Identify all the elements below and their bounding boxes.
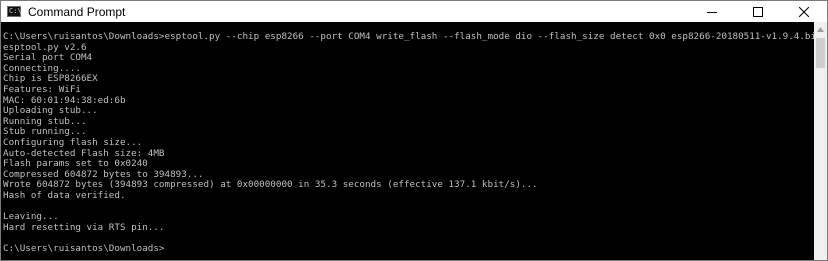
console-line: Chip is ESP8266EX <box>3 73 98 85</box>
console-line: Running stub... <box>3 115 87 127</box>
minimize-icon <box>707 11 717 13</box>
scrollbar-thumb[interactable] <box>816 38 825 68</box>
window-controls <box>689 1 827 22</box>
console-line: Hard resetting via RTS pin... <box>3 221 165 233</box>
console-line: Features: WiFi <box>3 83 81 95</box>
console-line: Configuring flash size... <box>3 136 143 148</box>
scroll-up-button[interactable] <box>814 22 827 36</box>
minimize-button[interactable] <box>689 1 735 22</box>
maximize-button[interactable] <box>735 1 781 22</box>
console-line: C:\Users\ruisantos\Downloads>esptool.py … <box>3 31 822 42</box>
console-output[interactable]: C:\Users\ruisantos\Downloads> esptool.py … <box>1 22 822 260</box>
console-line: Connecting.... <box>3 62 81 74</box>
vertical-scrollbar[interactable] <box>814 22 827 260</box>
cmd-icon[interactable]: C:\ <box>7 6 22 17</box>
console-line: MAC: 60:01:94:38:ed:6b <box>3 94 126 106</box>
maximize-icon <box>753 6 763 17</box>
window-title: Command Prompt <box>28 4 126 19</box>
console-line: Serial port COM4 <box>3 52 93 64</box>
command-prompt-window: C:\ Command Prompt C:\Users\ruisantos\Do <box>0 0 828 261</box>
close-button[interactable] <box>781 1 827 22</box>
title-bar[interactable]: C:\ Command Prompt <box>1 1 827 22</box>
console-line: esptool.py v2.6 <box>3 41 87 53</box>
close-icon <box>799 6 809 17</box>
chevron-up-icon <box>817 26 824 32</box>
console-line: Hash of data verified. <box>3 189 126 201</box>
console-line: Uploading stub... <box>3 105 98 117</box>
console-line: C:\Users\ruisantos\Downloads> <box>3 242 165 254</box>
